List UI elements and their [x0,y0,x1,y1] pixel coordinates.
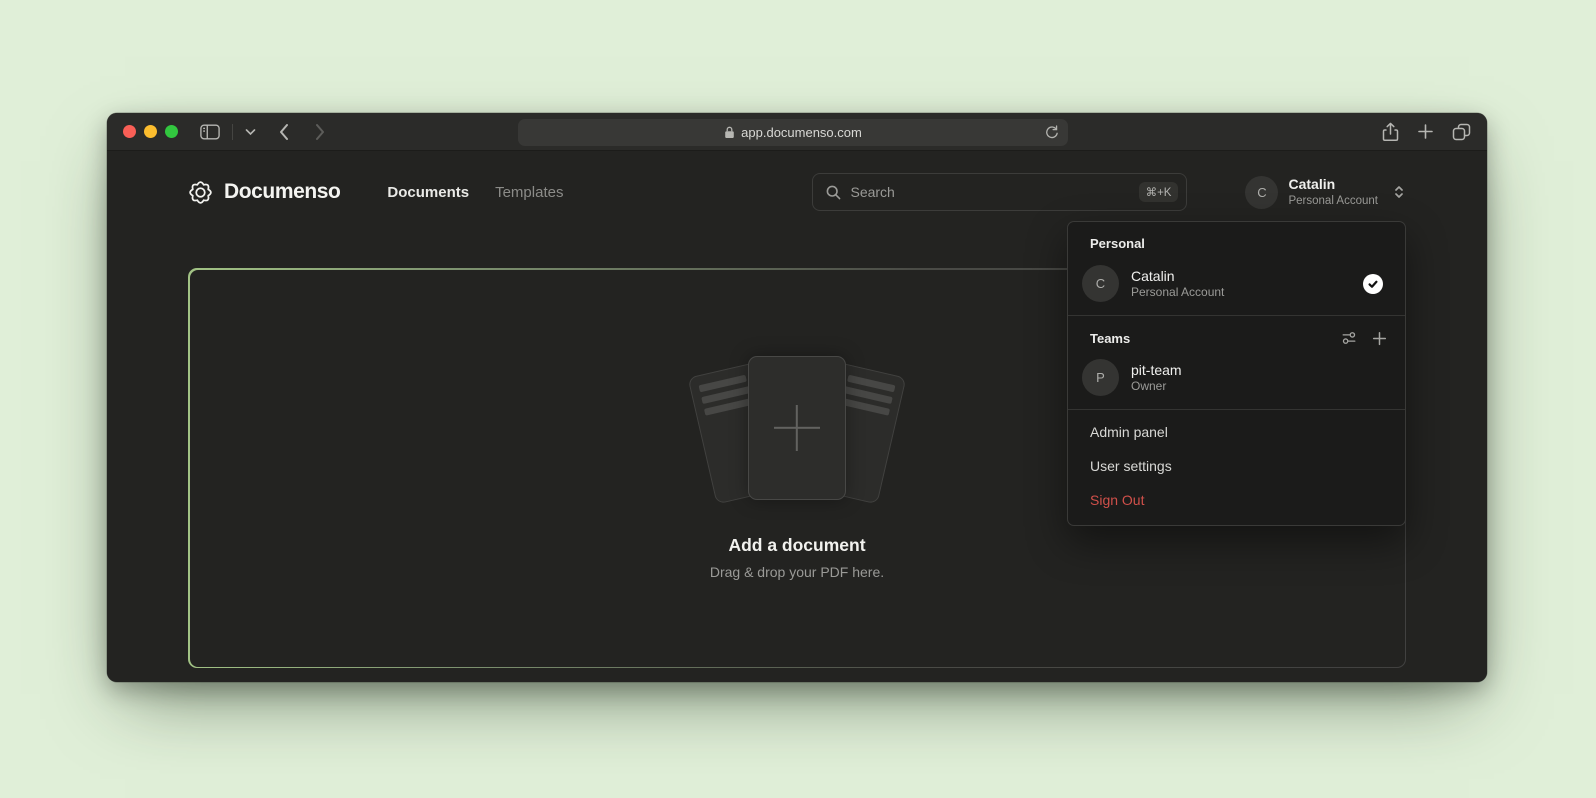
account-subtitle: Personal Account [1288,194,1378,208]
selected-check-icon [1363,274,1383,294]
close-window-button[interactable] [123,125,136,138]
sidebar-chevron-down-icon[interactable] [245,128,256,136]
nav-templates[interactable]: Templates [495,184,563,201]
add-document-plus-icon [774,405,820,451]
create-team-icon[interactable] [1372,331,1387,346]
toolbar-divider [232,124,233,140]
brand-name: Documenso [224,180,340,204]
tab-overview-icon[interactable] [1452,123,1471,141]
account-dropdown-menu: Personal C Catalin Personal Account Team… [1067,221,1406,526]
dropzone-title: Add a document [728,535,865,556]
sidebar-toggle-icon[interactable] [200,123,220,141]
menu-personal-heading: Personal [1068,226,1405,259]
menu-separator [1068,315,1405,316]
account-menu-trigger[interactable]: C Catalin Personal Account [1245,176,1406,209]
menu-item-personal-account[interactable]: C Catalin Personal Account [1068,259,1405,310]
back-button[interactable] [278,123,290,141]
share-icon[interactable] [1382,122,1399,142]
chevron-up-down-icon [1392,183,1406,201]
reload-icon[interactable] [1044,124,1059,140]
primary-nav: Documents Templates [387,184,563,201]
team-avatar: P [1082,359,1119,396]
url-text: app.documenso.com [741,125,862,140]
manage-teams-icon[interactable] [1341,330,1357,346]
menu-item-user-settings[interactable]: User settings [1068,449,1405,483]
documenso-logo-icon [188,180,213,205]
account-avatar: C [1245,176,1278,209]
new-tab-icon[interactable] [1417,123,1434,140]
menu-separator [1068,409,1405,410]
menu-teams-heading-row: Teams [1068,321,1405,353]
account-name: Catalin [1288,176,1378,194]
document-card-center [748,356,846,500]
window-controls [123,125,178,138]
menu-item-team[interactable]: P pit-team Owner [1068,353,1405,404]
maximize-window-button[interactable] [165,125,178,138]
menu-item-admin-panel[interactable]: Admin panel [1068,415,1405,449]
search-input[interactable] [850,184,1130,200]
menu-teams-heading: Teams [1090,331,1341,346]
lock-icon [724,126,735,139]
documents-illustration [697,356,897,504]
personal-avatar: C [1082,265,1119,302]
team-role: Owner [1131,379,1389,395]
nav-documents[interactable]: Documents [387,184,469,201]
menu-item-sign-out[interactable]: Sign Out [1068,483,1405,517]
search-shortcut-badge: ⌘+K [1139,182,1179,202]
minimize-window-button[interactable] [144,125,157,138]
forward-button[interactable] [314,123,326,141]
search-box[interactable]: ⌘+K [812,173,1187,211]
search-icon [825,184,842,201]
dropzone-subtitle: Drag & drop your PDF here. [710,564,884,580]
personal-name: Catalin [1131,267,1351,285]
brand[interactable]: Documenso [188,180,340,205]
team-name: pit-team [1131,361,1389,379]
address-bar[interactable]: app.documenso.com [518,119,1068,146]
personal-subtitle: Personal Account [1131,285,1351,301]
browser-window: app.documenso.com [107,113,1487,682]
browser-toolbar: app.documenso.com [107,113,1487,151]
app-content: Documenso Documents Templates ⌘+K C [107,151,1487,681]
